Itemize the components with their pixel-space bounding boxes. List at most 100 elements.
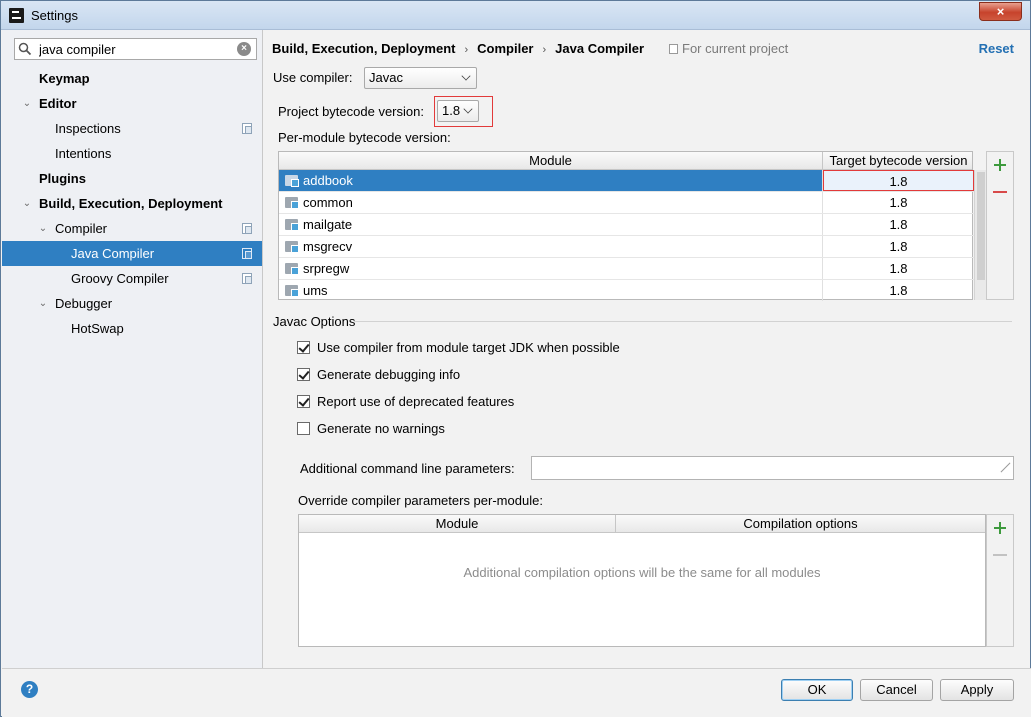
settings-window: Settings × × Keymap ⌄ Editor Inspections xyxy=(0,0,1031,717)
module-name: msgrecv xyxy=(303,239,353,254)
chevron-down-icon[interactable]: ⌄ xyxy=(37,216,49,241)
compilation-options-column-header[interactable]: Compilation options xyxy=(616,515,985,533)
sidebar-item-label: Intentions xyxy=(55,146,112,161)
intellij-app-icon xyxy=(9,8,24,23)
project-scope-icon xyxy=(669,44,678,54)
remove-icon[interactable] xyxy=(993,191,1007,193)
module-name: srpregw xyxy=(303,261,350,276)
version-cell[interactable]: 1.8 xyxy=(823,258,974,279)
javac-options-title: Javac Options xyxy=(273,314,356,329)
clear-search-icon[interactable]: × xyxy=(237,42,251,56)
title-bar[interactable]: Settings × xyxy=(1,1,1030,30)
override-table-toolbar xyxy=(986,514,1014,647)
sidebar-item-label: Editor xyxy=(39,96,77,111)
override-params-label: Override compiler parameters per-module: xyxy=(298,493,543,508)
settings-search-box[interactable]: × xyxy=(14,38,257,60)
sidebar-item-compiler[interactable]: ⌄ Compiler xyxy=(2,216,262,241)
table-row[interactable]: mailgate 1.8 xyxy=(279,214,974,236)
use-compiler-value: Javac xyxy=(369,70,403,85)
module-name: mailgate xyxy=(303,217,353,232)
sidebar-item-inspections[interactable]: Inspections xyxy=(2,116,262,141)
scope-label: For current project xyxy=(682,41,789,56)
table-row[interactable]: srpregw 1.8 xyxy=(279,258,974,280)
add-icon[interactable] xyxy=(993,158,1007,172)
module-column-header[interactable]: Module xyxy=(279,152,823,170)
breadcrumb: Build, Execution, Deployment › Compiler › Ja… xyxy=(272,41,644,56)
module-name: addbook xyxy=(303,173,353,188)
cancel-button[interactable]: Cancel xyxy=(860,679,933,701)
module-cell: addbook xyxy=(279,170,823,191)
settings-search-input[interactable] xyxy=(39,41,229,57)
module-folder-icon xyxy=(285,175,299,187)
chevron-down-icon[interactable]: ⌄ xyxy=(21,191,33,216)
version-cell[interactable]: 1.8 xyxy=(823,192,974,213)
sidebar-item-label: Build, Execution, Deployment xyxy=(39,196,223,211)
checkbox[interactable] xyxy=(297,422,310,435)
sidebar-item-label: Plugins xyxy=(39,171,86,186)
module-column-header[interactable]: Module xyxy=(299,515,616,533)
sidebar-item-groovy-compiler[interactable]: Groovy Compiler xyxy=(2,266,262,291)
sidebar-item-label: Groovy Compiler xyxy=(71,271,169,286)
additional-params-input[interactable] xyxy=(531,456,1014,480)
sidebar-item-intentions[interactable]: Intentions xyxy=(2,141,262,166)
table-row[interactable]: common 1.8 xyxy=(279,192,974,214)
table-header: Module Compilation options xyxy=(299,515,985,533)
section-divider xyxy=(354,321,1012,322)
sidebar-item-label: Java Compiler xyxy=(71,246,155,261)
add-icon[interactable] xyxy=(993,521,1007,535)
empty-table-message: Additional compilation options will be t… xyxy=(463,565,821,580)
remove-icon xyxy=(993,554,1007,556)
checkbox[interactable] xyxy=(297,368,310,381)
expand-icon[interactable] xyxy=(999,462,1010,473)
sidebar-item-label: Inspections xyxy=(55,121,121,136)
breadcrumb-separator: › xyxy=(542,44,547,56)
window-title: Settings xyxy=(31,8,78,23)
scrollbar-thumb[interactable] xyxy=(977,172,985,280)
chevron-down-icon xyxy=(461,71,471,81)
sidebar-item-debugger[interactable]: ⌄ Debugger xyxy=(2,291,262,316)
module-table-toolbar xyxy=(986,151,1014,300)
module-name: ums xyxy=(303,283,328,298)
ok-button[interactable]: OK xyxy=(781,679,853,701)
sidebar-item-build-execution-deployment[interactable]: ⌄ Build, Execution, Deployment xyxy=(2,191,262,216)
module-cell: common xyxy=(279,192,823,213)
module-folder-icon xyxy=(285,285,299,297)
sidebar-item-keymap[interactable]: Keymap xyxy=(2,66,262,91)
sidebar-item-hotswap[interactable]: HotSwap xyxy=(2,316,262,341)
target-version-column-header[interactable]: Target bytecode version xyxy=(823,152,974,170)
module-cell: msgrecv xyxy=(279,236,823,257)
module-folder-icon xyxy=(285,263,299,275)
version-cell[interactable]: 1.8 xyxy=(823,214,974,235)
checkbox[interactable] xyxy=(297,341,310,354)
version-cell[interactable]: 1.8 xyxy=(823,170,974,191)
project-bytecode-dropdown[interactable]: 1.8 xyxy=(437,100,479,122)
checkbox-label: Generate debugging info xyxy=(317,367,461,382)
sidebar-item-plugins[interactable]: Plugins xyxy=(2,166,262,191)
window-close-button[interactable]: × xyxy=(979,2,1022,21)
checkbox[interactable] xyxy=(297,395,310,408)
chevron-down-icon[interactable]: ⌄ xyxy=(21,91,33,116)
sidebar-item-editor[interactable]: ⌄ Editor xyxy=(2,91,262,116)
sidebar-item-java-compiler[interactable]: Java Compiler xyxy=(2,241,262,266)
breadcrumb-item: Java Compiler xyxy=(555,41,645,56)
sidebar-item-label: HotSwap xyxy=(71,321,124,336)
chevron-down-icon[interactable]: ⌄ xyxy=(37,291,49,316)
additional-params-label: Additional command line parameters: xyxy=(300,461,515,476)
table-row[interactable]: msgrecv 1.8 xyxy=(279,236,974,258)
module-folder-icon xyxy=(285,241,299,253)
use-compiler-dropdown[interactable]: Javac xyxy=(364,67,477,89)
table-row[interactable]: addbook 1.8 xyxy=(279,170,974,192)
module-name: common xyxy=(303,195,353,210)
version-cell[interactable]: 1.8 xyxy=(823,280,974,301)
version-cell[interactable]: 1.8 xyxy=(823,236,974,257)
help-icon[interactable]: ? xyxy=(21,681,38,698)
table-row[interactable]: ums 1.8 xyxy=(279,280,974,302)
search-icon[interactable] xyxy=(18,42,32,56)
table-scrollbar[interactable] xyxy=(974,170,986,300)
settings-tree: Keymap ⌄ Editor Inspections Intentions P… xyxy=(2,66,262,341)
checkbox-label: Report use of deprecated features xyxy=(317,394,515,409)
checkbox-label: Generate no warnings xyxy=(317,421,445,436)
per-module-bytecode-table: Module Target bytecode version addbook 1… xyxy=(278,151,986,302)
apply-button[interactable]: Apply xyxy=(940,679,1014,701)
reset-link[interactable]: Reset xyxy=(979,41,1014,56)
